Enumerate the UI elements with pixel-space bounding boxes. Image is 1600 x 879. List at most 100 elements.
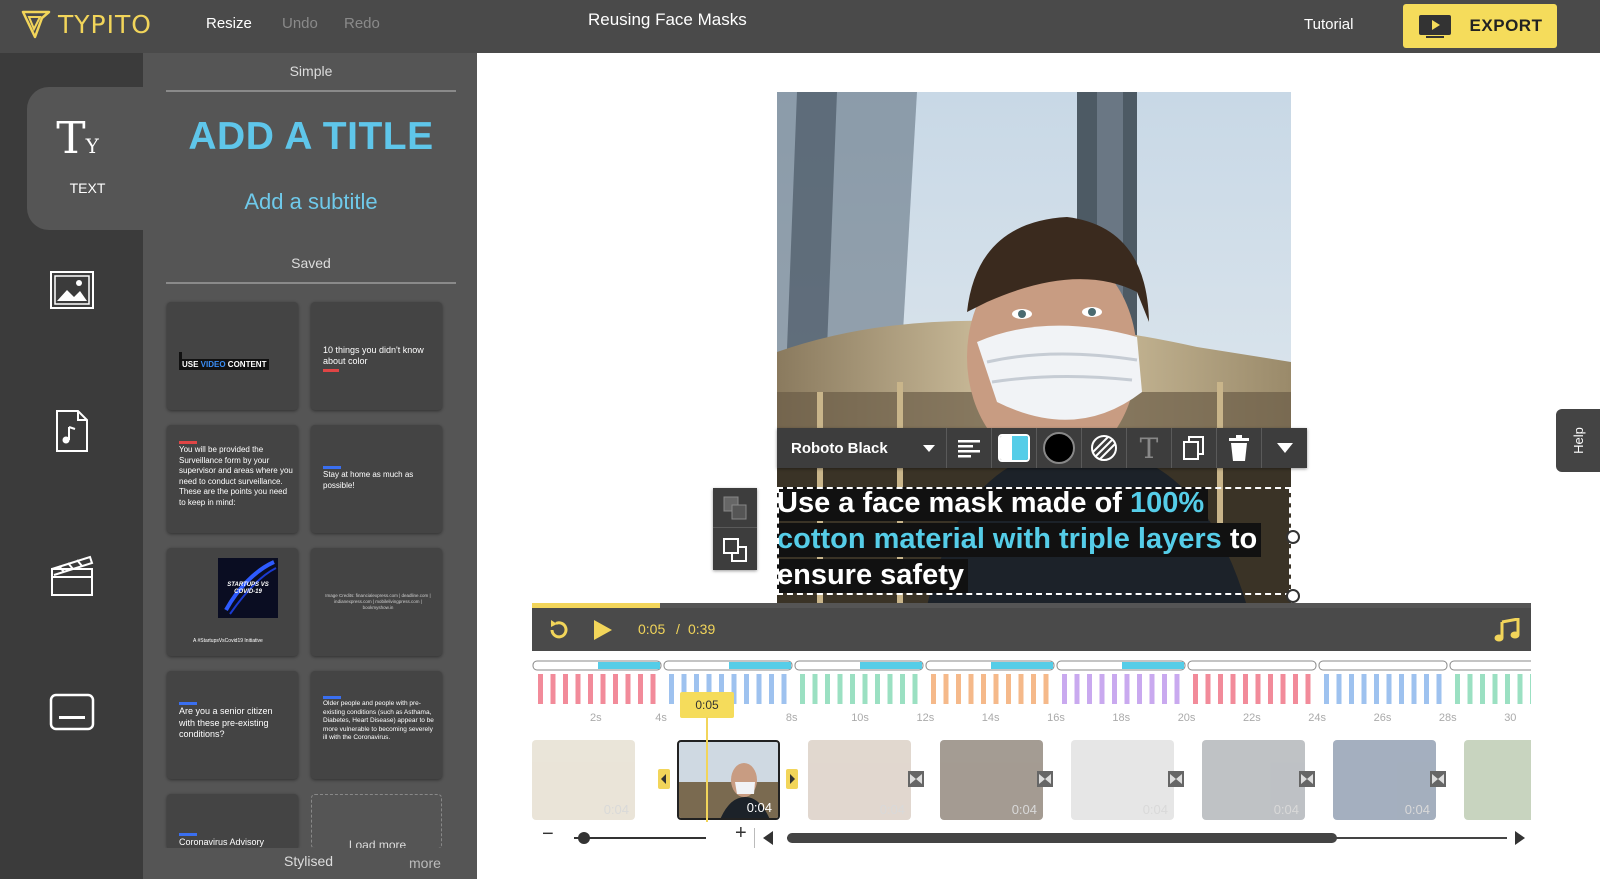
text-icon: TY <box>56 113 99 164</box>
rail-item-audio[interactable] <box>0 407 143 455</box>
zoom-in-button[interactable]: + <box>735 822 747 845</box>
text-color-button[interactable] <box>1037 428 1082 468</box>
clip-duration: 0:04 <box>603 802 629 817</box>
swatch-cyan <box>1012 436 1028 460</box>
video-clip[interactable]: 0:04 <box>1202 740 1305 820</box>
saved-text-card-5[interactable]: STARTUPS VS COVID-19 A #StartupsVsCovid1… <box>167 548 298 656</box>
more-options-button[interactable] <box>1262 428 1307 468</box>
card-1-word-2: VIDEO <box>200 360 226 369</box>
transition-glyph-icon <box>1430 771 1446 787</box>
saved-text-card-6[interactable]: Image Credits: financialexpress.com | de… <box>311 548 442 656</box>
transition-icon[interactable] <box>1168 770 1184 788</box>
transition-icon[interactable] <box>908 770 924 788</box>
highlight-color-button[interactable] <box>992 428 1037 468</box>
video-clip[interactable]: 0:04 <box>940 740 1043 820</box>
transition-icon[interactable] <box>1430 770 1446 788</box>
project-title[interactable]: Reusing Face Masks <box>588 10 747 30</box>
caption-icon <box>49 693 94 731</box>
card-7-text: Are you a senior citizen with these pre-… <box>179 706 273 739</box>
transition-icon[interactable] <box>1037 770 1053 788</box>
duplicate-button[interactable] <box>1172 428 1217 468</box>
top-bar: TYPITO Resize Undo Redo Reusing Face Mas… <box>0 0 1600 53</box>
saved-text-card-8[interactable]: Older people and people with pre-existin… <box>311 671 442 779</box>
music-note-icon[interactable] <box>1494 618 1520 642</box>
text-align-button[interactable] <box>947 428 992 468</box>
rail-item-video[interactable] <box>0 551 143 597</box>
timeline: 2s 4s 8s 10s 12s 14s 16s 18s 20s 22s 24s 26s 28s 30 0… <box>532 657 1531 822</box>
font-name: Roboto Black <box>791 439 888 457</box>
add-subtitle-button[interactable]: Add a subtitle <box>166 189 456 215</box>
copy-icon <box>1183 436 1204 460</box>
text-style-button[interactable]: T <box>1127 428 1172 468</box>
transition-icon[interactable] <box>784 769 800 789</box>
stylised-tab[interactable]: Stylised <box>284 853 333 869</box>
saved-text-card-7[interactable]: Are you a senior citizen with these pre-… <box>167 671 298 779</box>
send-backward-button[interactable] <box>713 529 757 570</box>
clip-track: 0:04 0:04 0:04 0:04 0:04 0:04 0:04 <box>532 657 1531 822</box>
background-style-button[interactable] <box>1082 428 1127 468</box>
rail-item-text[interactable]: TY TEXT <box>0 113 143 197</box>
video-clip[interactable]: 0:04 <box>677 740 780 820</box>
align-left-icon <box>958 440 980 458</box>
caption-resize-handle[interactable] <box>1286 530 1300 544</box>
video-clip[interactable] <box>1464 740 1531 820</box>
more-link[interactable]: more <box>409 855 441 871</box>
zoom-out-button[interactable]: − <box>542 823 554 846</box>
scroll-left-icon[interactable] <box>762 830 774 846</box>
saved-heading: Saved <box>291 255 331 271</box>
trash-icon <box>1229 435 1249 461</box>
color-swatch-icon <box>998 434 1030 462</box>
saved-text-card-3[interactable]: You will be provided the Surveillance fo… <box>167 425 298 533</box>
typito-logo-icon <box>21 10 51 39</box>
help-label: Help <box>1570 427 1586 454</box>
clip-duration: 0:04 <box>879 802 905 817</box>
music-file-icon <box>55 410 88 452</box>
undo-button[interactable]: Undo <box>282 15 318 32</box>
startups-graphic: STARTUPS VS COVID-19 <box>218 558 278 618</box>
text-format-toolbar: Roboto Black T <box>777 428 1307 468</box>
resize-button[interactable]: Resize <box>206 15 252 32</box>
zoom-slider-track[interactable] <box>574 837 706 839</box>
caption-selection-box[interactable] <box>777 487 1291 595</box>
card-6-text: Image Credits: financialexpress.com | de… <box>325 593 431 610</box>
card-9-accent <box>179 833 197 836</box>
card-4-text: Stay at home as much as possible! <box>323 470 414 490</box>
rail-item-captions[interactable] <box>0 691 143 733</box>
typito-logo[interactable]: TYPITO <box>20 8 152 40</box>
rail-item-image[interactable] <box>0 265 143 315</box>
caption-rotate-handle[interactable] <box>1286 589 1300 603</box>
video-clip[interactable]: 0:04 <box>532 740 635 820</box>
redo-button[interactable]: Redo <box>344 15 380 32</box>
playhead-line[interactable] <box>706 717 708 822</box>
font-dropdown[interactable]: Roboto Black <box>777 428 947 468</box>
logo-text: TYPITO <box>58 9 152 39</box>
saved-text-card-9[interactable]: Coronavirus Advisory <box>167 794 298 849</box>
zoom-slider-thumb[interactable] <box>578 832 590 844</box>
add-title-button[interactable]: ADD A TITLE <box>166 115 456 159</box>
layer-order-controls <box>713 488 757 570</box>
help-tab[interactable]: Help <box>1556 409 1600 472</box>
saved-text-card-1[interactable]: USE VIDEO CONTENT <box>167 302 298 410</box>
clapperboard-icon <box>50 555 93 596</box>
video-clip[interactable]: 0:04 <box>808 740 911 820</box>
export-button[interactable]: EXPORT <box>1403 4 1557 48</box>
load-more-card[interactable]: Load more <box>311 794 442 849</box>
scroll-right-icon[interactable] <box>1514 830 1526 846</box>
scrollbar-thumb[interactable] <box>787 833 1337 843</box>
card-1-word-3: CONTENT <box>225 360 267 369</box>
simple-heading: Simple <box>289 63 333 79</box>
video-clip[interactable]: 0:04 <box>1333 740 1436 820</box>
saved-text-card-2[interactable]: 10 things you didn't know about color <box>311 302 442 410</box>
bring-forward-button[interactable] <box>713 488 757 528</box>
screen-play-icon <box>1418 15 1451 38</box>
chevron-down-icon <box>923 444 935 452</box>
replay-icon[interactable] <box>547 618 571 642</box>
transition-icon[interactable] <box>656 769 672 789</box>
transition-icon[interactable] <box>1299 770 1315 788</box>
tutorial-link[interactable]: Tutorial <box>1304 16 1353 33</box>
delete-button[interactable] <box>1217 428 1262 468</box>
card-8-accent <box>323 696 341 699</box>
play-icon[interactable] <box>592 618 614 642</box>
saved-text-card-4[interactable]: Stay at home as much as possible! <box>311 425 442 533</box>
video-clip[interactable]: 0:04 <box>1071 740 1174 820</box>
